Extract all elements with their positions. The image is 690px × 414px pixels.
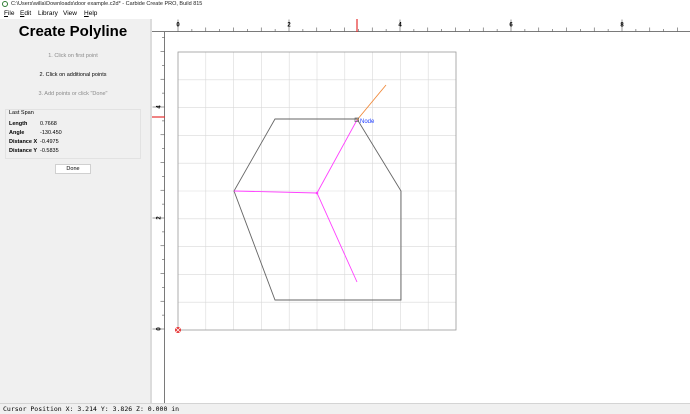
menu-bar: File Edit Library View Help	[0, 9, 690, 19]
step-3-instruction: 3. Add points or click "Done"	[38, 91, 108, 97]
distance-y-value: -0.5835	[40, 148, 59, 154]
origin-marker-icon	[175, 327, 181, 333]
left-ruler: 4 2 0	[152, 32, 165, 403]
distance-x-label: Distance X	[9, 139, 38, 145]
tool-panel: Create Polyline 1. Click on first point …	[0, 19, 150, 403]
panel-heading: Create Polyline	[18, 23, 128, 40]
length-row: Length 0.7668	[9, 121, 57, 127]
design-canvas[interactable]: 0 2 4 6 8 4 2 0 Node	[152, 19, 690, 403]
step-2-instruction: 2. Click on additional points	[39, 72, 107, 78]
node-snap-label: Node	[360, 119, 375, 125]
menu-edit[interactable]: Edit	[20, 9, 31, 19]
cursor-position-readout: Cursor Position X: 3.214 Y: 3.826 Z: 0.0…	[3, 405, 180, 413]
angle-row: Angle -130.450	[9, 130, 62, 136]
distance-x-value: -0.4975	[40, 139, 59, 145]
length-label: Length	[9, 121, 28, 127]
menu-file[interactable]: File	[4, 9, 15, 19]
last-span-title: Last Span	[9, 110, 34, 116]
length-value: 0.7668	[40, 121, 57, 127]
menu-library[interactable]: Library	[38, 9, 58, 19]
angle-value: -130.450	[40, 130, 62, 136]
menu-view[interactable]: View	[63, 9, 77, 19]
distance-y-row: Distance Y -0.5835	[9, 148, 59, 154]
polyline-vertex	[315, 191, 319, 195]
distance-y-label: Distance Y	[9, 148, 38, 154]
app-icon	[2, 1, 8, 7]
title-bar: C:\Users\willa\Downloads\door example.c2…	[0, 0, 690, 9]
window-title: C:\Users\willa\Downloads\door example.c2…	[11, 1, 203, 7]
status-bar: Cursor Position X: 3.214 Y: 3.826 Z: 0.0…	[0, 403, 690, 414]
done-button[interactable]: Done	[55, 164, 91, 174]
top-ruler: 0 2 4 6 8	[152, 19, 690, 32]
canvas-background	[152, 19, 690, 403]
angle-label: Angle	[9, 130, 25, 136]
distance-x-row: Distance X -0.4975	[9, 139, 59, 145]
menu-help[interactable]: Help	[84, 9, 97, 19]
step-1-instruction: 1. Click on first point	[48, 53, 98, 59]
